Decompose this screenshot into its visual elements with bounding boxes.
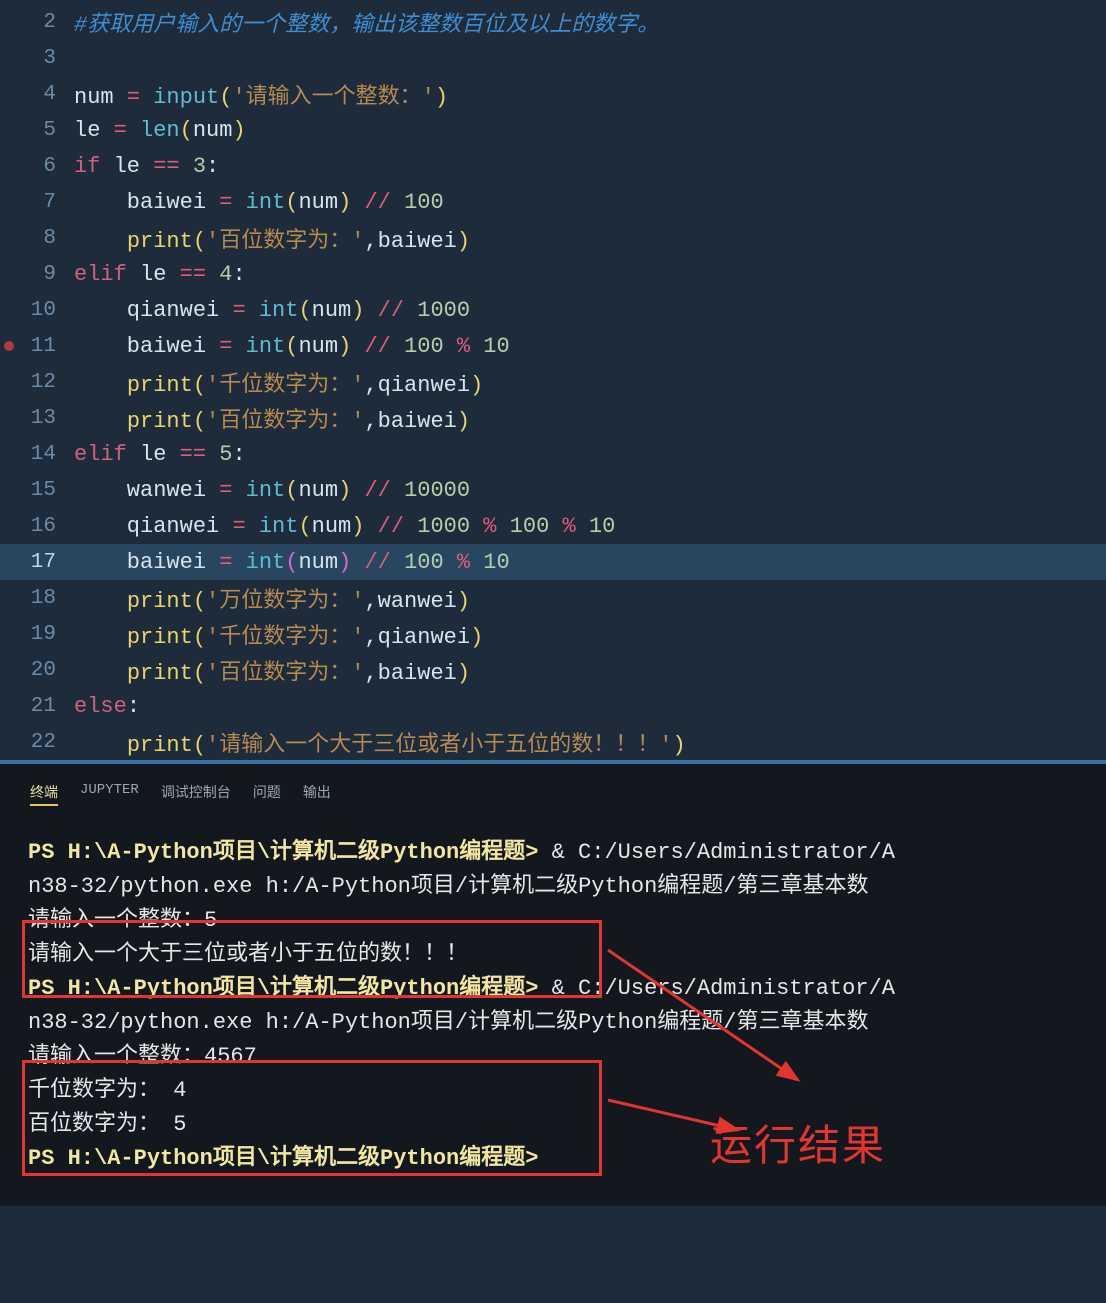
code-line[interactable]: 13 print('百位数字为：',baiwei) xyxy=(0,400,1106,436)
code-line[interactable]: 14elif le == 5: xyxy=(0,436,1106,472)
line-number: 18 xyxy=(0,587,74,610)
code-line[interactable]: 7 baiwei = int(num) // 100 xyxy=(0,184,1106,220)
code-line[interactable]: 6if le == 3: xyxy=(0,148,1106,184)
panel-tab-jupyter[interactable]: JUPYTER xyxy=(80,780,139,806)
terminal-line: 请输入一个整数：5 xyxy=(28,904,1078,938)
panel-tabs[interactable]: 终端 JUPYTER 调试控制台问题输出 xyxy=(0,774,1106,810)
breakpoint-icon[interactable] xyxy=(4,341,14,351)
code-editor[interactable]: 2#获取用户输入的一个整数，输出该整数百位及以上的数字。34num = inpu… xyxy=(0,0,1106,760)
code-line[interactable]: 5le = len(num) xyxy=(0,112,1106,148)
code-line[interactable]: 19 print('千位数字为：',qianwei) xyxy=(0,616,1106,652)
terminal-output[interactable]: PS H:\A-Python项目\计算机二级Python编程题> & C:/Us… xyxy=(0,810,1106,1186)
code-content[interactable]: else: xyxy=(74,694,1106,719)
code-content[interactable]: print('千位数字为：',qianwei) xyxy=(74,618,1106,650)
line-number: 5 xyxy=(0,119,74,142)
line-number: 6 xyxy=(0,155,74,178)
code-content[interactable]: print('百位数字为：',baiwei) xyxy=(74,654,1106,686)
line-number: 9 xyxy=(0,263,74,286)
terminal-line: 千位数字为： 4 xyxy=(28,1074,1078,1108)
code-line[interactable]: 17 baiwei = int(num) // 100 % 10 xyxy=(0,544,1106,580)
code-content[interactable]: #获取用户输入的一个整数，输出该整数百位及以上的数字。 xyxy=(74,6,1106,38)
code-content[interactable]: baiwei = int(num) // 100 xyxy=(74,190,1106,215)
code-content[interactable]: print('万位数字为：',wanwei) xyxy=(74,582,1106,614)
line-number: 14 xyxy=(0,443,74,466)
terminal-line: n38-32/python.exe h:/A-Python项目/计算机二级Pyt… xyxy=(28,870,1078,904)
line-number: 16 xyxy=(0,515,74,538)
code-line[interactable]: 4num = input('请输入一个整数：') xyxy=(0,76,1106,112)
code-line[interactable]: 15 wanwei = int(num) // 10000 xyxy=(0,472,1106,508)
line-number: 21 xyxy=(0,695,74,718)
code-line[interactable]: 9elif le == 4: xyxy=(0,256,1106,292)
line-number: 22 xyxy=(0,731,74,754)
line-number: 2 xyxy=(0,11,74,34)
terminal-line: PS H:\A-Python项目\计算机二级Python编程题> & C:/Us… xyxy=(28,836,1078,870)
terminal-line: 请输入一个大于三位或者小于五位的数！！！ xyxy=(28,938,1078,972)
panel-tab-调试控制台[interactable]: 调试控制台 xyxy=(161,780,231,806)
code-content[interactable]: wanwei = int(num) // 10000 xyxy=(74,478,1106,503)
line-number: 20 xyxy=(0,659,74,682)
bottom-panel: 终端 JUPYTER 调试控制台问题输出 PS H:\A-Python项目\计算机二… xyxy=(0,764,1106,1206)
code-content[interactable]: baiwei = int(num) // 100 % 10 xyxy=(74,334,1106,359)
panel-tab-输出[interactable]: 输出 xyxy=(303,780,331,806)
code-line[interactable]: 18 print('万位数字为：',wanwei) xyxy=(0,580,1106,616)
code-content[interactable]: print('百位数字为：',baiwei) xyxy=(74,402,1106,434)
terminal-line: PS H:\A-Python项目\计算机二级Python编程题> & C:/Us… xyxy=(28,972,1078,1006)
line-number: 12 xyxy=(0,371,74,394)
line-number: 7 xyxy=(0,191,74,214)
line-number: 15 xyxy=(0,479,74,502)
line-number: 8 xyxy=(0,227,74,250)
code-line[interactable]: 2#获取用户输入的一个整数，输出该整数百位及以上的数字。 xyxy=(0,4,1106,40)
code-content[interactable]: baiwei = int(num) // 100 % 10 xyxy=(74,550,1106,575)
code-content[interactable]: print('百位数字为：',baiwei) xyxy=(74,222,1106,254)
panel-tab-终端[interactable]: 终端 xyxy=(30,780,58,806)
terminal-line: 请输入一个整数：4567 xyxy=(28,1040,1078,1074)
line-number: 13 xyxy=(0,407,74,430)
code-line[interactable]: 12 print('千位数字为：',qianwei) xyxy=(0,364,1106,400)
terminal-line: 百位数字为： 5 xyxy=(28,1108,1078,1142)
code-line[interactable]: 21else: xyxy=(0,688,1106,724)
line-number: 10 xyxy=(0,299,74,322)
code-content[interactable]: print('千位数字为：',qianwei) xyxy=(74,366,1106,398)
code-content[interactable]: le = len(num) xyxy=(74,118,1106,143)
code-content[interactable]: if le == 3: xyxy=(74,154,1106,179)
code-line[interactable]: 22 print('请输入一个大于三位或者小于五位的数！！！') xyxy=(0,724,1106,760)
line-number: 17 xyxy=(0,551,74,574)
terminal-line: n38-32/python.exe h:/A-Python项目/计算机二级Pyt… xyxy=(28,1006,1078,1040)
code-content[interactable]: print('请输入一个大于三位或者小于五位的数！！！') xyxy=(74,726,1106,758)
code-line[interactable]: 8 print('百位数字为：',baiwei) xyxy=(0,220,1106,256)
line-number: 3 xyxy=(0,47,74,70)
code-content[interactable]: elif le == 4: xyxy=(74,262,1106,287)
code-line[interactable]: 11 baiwei = int(num) // 100 % 10 xyxy=(0,328,1106,364)
terminal-line: PS H:\A-Python项目\计算机二级Python编程题> xyxy=(28,1142,1078,1176)
panel-tab-问题[interactable]: 问题 xyxy=(253,780,281,806)
line-number: 19 xyxy=(0,623,74,646)
code-content[interactable]: num = input('请输入一个整数：') xyxy=(74,78,1106,110)
line-number: 4 xyxy=(0,83,74,106)
annotation-label: 运行结果 xyxy=(710,1112,886,1173)
code-content[interactable]: elif le == 5: xyxy=(74,442,1106,467)
code-line[interactable]: 16 qianwei = int(num) // 1000 % 100 % 10 xyxy=(0,508,1106,544)
code-content[interactable]: qianwei = int(num) // 1000 xyxy=(74,298,1106,323)
code-line[interactable]: 10 qianwei = int(num) // 1000 xyxy=(0,292,1106,328)
code-line[interactable]: 3 xyxy=(0,40,1106,76)
code-content[interactable]: qianwei = int(num) // 1000 % 100 % 10 xyxy=(74,514,1106,539)
code-line[interactable]: 20 print('百位数字为：',baiwei) xyxy=(0,652,1106,688)
